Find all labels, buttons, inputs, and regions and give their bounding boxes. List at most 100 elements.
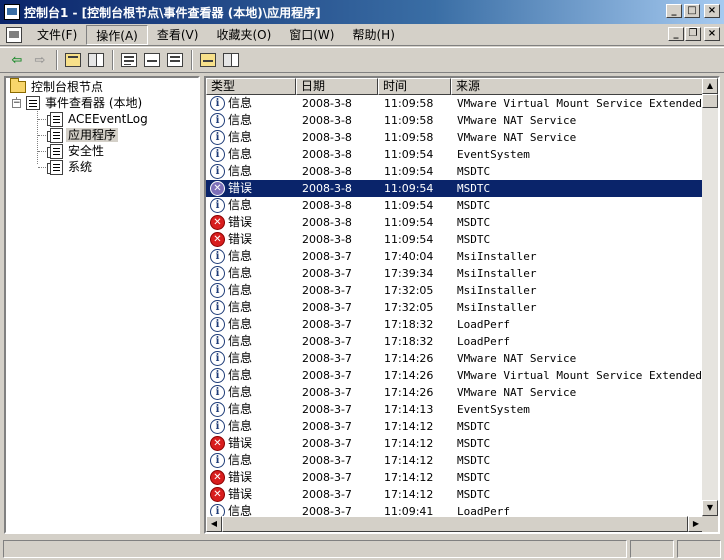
horizontal-scroll-thumb[interactable] — [222, 516, 688, 532]
column-header-type[interactable]: 类型 — [206, 78, 296, 95]
event-row[interactable]: i 信息 2008-3-7 17:14:26 VMware Virtual Mount … — [206, 367, 704, 384]
tree-node-security[interactable]: 安全性 — [47, 143, 106, 159]
console-tree[interactable]: 控制台根节点 − 事件查看器 (本地) ACEEventLog 应用程序 安全性… — [4, 76, 200, 534]
event-row[interactable]: i 信息 2008-3-8 11:09:58 VMware NAT Service — [206, 112, 704, 129]
type-label: 错误 — [228, 232, 253, 246]
cell-source: MSDTC — [457, 216, 491, 229]
forward-arrow-icon: ⇨ — [34, 52, 46, 68]
info-icon: i — [210, 198, 225, 213]
close-button[interactable]: × — [704, 4, 720, 18]
event-row[interactable]: ✕ 错误 2008-3-7 17:14:12 MSDTC — [206, 435, 704, 452]
maximize-button[interactable]: □ — [684, 4, 700, 18]
event-row[interactable]: i 信息 2008-3-7 17:14:13 EventSystem — [206, 401, 704, 418]
cell-source: MSDTC — [457, 182, 491, 195]
tree-node-aceeventlog[interactable]: ACEEventLog — [47, 111, 150, 127]
mmc-app-icon[interactable] — [4, 4, 20, 20]
menu-help[interactable]: 帮助(H) — [343, 25, 403, 45]
child-window-icon[interactable] — [6, 26, 22, 43]
type-label: 信息 — [228, 317, 253, 331]
info-icon: i — [210, 402, 225, 417]
type-label: 信息 — [228, 402, 253, 416]
event-row[interactable]: i 信息 2008-3-7 17:39:34 MsiInstaller — [206, 265, 704, 282]
event-row[interactable]: i 信息 2008-3-7 17:18:32 LoadPerf — [206, 316, 704, 333]
event-row[interactable]: i 信息 2008-3-8 11:09:58 VMware NAT Service — [206, 129, 704, 146]
event-row[interactable]: ✕ 错误 2008-3-7 17:14:12 MSDTC — [206, 486, 704, 503]
cell-type: i 信息 — [206, 282, 296, 299]
event-row[interactable]: i 信息 2008-3-7 17:14:26 VMware NAT Service — [206, 350, 704, 367]
tree-node-system[interactable]: 系统 — [47, 159, 94, 175]
child-restore-button[interactable]: ❐ — [685, 27, 701, 41]
cell-date: 2008-3-7 — [302, 488, 352, 501]
scroll-left-button[interactable]: ◀ — [206, 516, 222, 532]
cell-date: 2008-3-8 — [302, 216, 352, 229]
cell-date: 2008-3-7 — [302, 352, 352, 365]
cell-time: 11:09:54 — [384, 182, 434, 195]
child-minimize-button[interactable]: _ — [668, 27, 684, 41]
cell-time: 11:09:58 — [384, 131, 434, 144]
help-button[interactable] — [197, 49, 219, 71]
event-row[interactable]: i 信息 2008-3-8 11:09:54 EventSystem — [206, 146, 704, 163]
event-row[interactable]: ✕ 错误 2008-3-8 11:09:54 MSDTC — [206, 231, 704, 248]
cell-type: i 信息 — [206, 95, 296, 112]
type-label: 信息 — [228, 164, 253, 178]
column-header-date[interactable]: 日期 — [296, 78, 378, 95]
cell-date: 2008-3-8 — [302, 131, 352, 144]
column-header-source[interactable]: 来源 — [451, 78, 704, 95]
horizontal-scrollbar[interactable]: ◀ ▶ — [206, 516, 704, 532]
forward-button[interactable]: ⇨ — [29, 49, 51, 71]
menu-favorites[interactable]: 收藏夹(O) — [207, 25, 280, 45]
event-row[interactable]: i 信息 2008-3-7 17:40:04 MsiInstaller — [206, 248, 704, 265]
child-close-button[interactable]: × — [704, 27, 720, 41]
cell-time: 17:14:26 — [384, 369, 434, 382]
back-button[interactable]: ⇦ — [6, 49, 28, 71]
scroll-up-button[interactable]: ▲ — [702, 78, 718, 94]
event-row[interactable]: i 信息 2008-3-8 11:09:54 MSDTC — [206, 163, 704, 180]
collapse-toggle[interactable]: − — [12, 98, 21, 108]
menu-window[interactable]: 窗口(W) — [280, 25, 343, 45]
tree-node-event-viewer[interactable]: − 事件查看器 (本地) — [12, 95, 144, 111]
event-row[interactable]: i 信息 2008-3-8 11:09:54 MSDTC — [206, 197, 704, 214]
cell-date: 2008-3-7 — [302, 403, 352, 416]
event-row[interactable]: i 信息 2008-3-7 17:14:12 MSDTC — [206, 452, 704, 469]
cell-type: i 信息 — [206, 112, 296, 129]
menu-view[interactable]: 查看(V) — [148, 25, 208, 45]
minimize-button[interactable]: _ — [666, 4, 682, 18]
type-label: 信息 — [228, 334, 253, 348]
event-row[interactable]: i 信息 2008-3-8 11:09:58 VMware Virtual Mount … — [206, 95, 704, 112]
refresh-button[interactable] — [141, 49, 163, 71]
menu-file[interactable]: 文件(F) — [28, 25, 86, 45]
event-row[interactable]: ✕ 错误 2008-3-8 11:09:54 MSDTC — [206, 180, 704, 197]
show-hide-action-pane-button[interactable] — [220, 49, 242, 71]
tree-node-console-root[interactable]: 控制台根节点 — [10, 78, 105, 95]
event-row[interactable]: ✕ 错误 2008-3-7 17:14:12 MSDTC — [206, 469, 704, 486]
column-header-row: 类型 日期 时间 来源 — [206, 78, 704, 95]
event-row[interactable]: i 信息 2008-3-7 17:14:12 MSDTC — [206, 418, 704, 435]
scroll-down-button[interactable]: ▼ — [702, 500, 718, 516]
cell-time: 17:18:32 — [384, 318, 434, 331]
event-row[interactable]: i 信息 2008-3-7 17:18:32 LoadPerf — [206, 333, 704, 350]
cell-time: 11:09:54 — [384, 233, 434, 246]
tree-node-application[interactable]: 应用程序 — [47, 127, 119, 143]
cell-time: 11:09:54 — [384, 165, 434, 178]
event-row[interactable]: i 信息 2008-3-7 17:32:05 MsiInstaller — [206, 282, 704, 299]
column-header-time[interactable]: 时间 — [378, 78, 451, 95]
show-hide-tree-button[interactable] — [85, 49, 107, 71]
cell-time: 17:14:12 — [384, 454, 434, 467]
menu-action[interactable]: 操作(A) — [86, 24, 148, 45]
status-panel-tertiary — [677, 540, 721, 558]
vertical-scroll-thumb[interactable] — [702, 94, 718, 108]
event-row[interactable]: i 信息 2008-3-7 17:32:05 MsiInstaller — [206, 299, 704, 316]
up-one-level-button[interactable] — [62, 49, 84, 71]
event-row[interactable]: i 信息 2008-3-7 17:14:26 VMware NAT Service — [206, 384, 704, 401]
event-row[interactable]: ✕ 错误 2008-3-8 11:09:54 MSDTC — [206, 214, 704, 231]
toolbar-separator — [112, 50, 114, 70]
vertical-scrollbar[interactable]: ▲ ▼ — [702, 78, 718, 516]
properties-button[interactable] — [118, 49, 140, 71]
event-list[interactable]: 类型 日期 时间 来源 i 信息 2008-3-8 11:09:58 VMware Vi… — [204, 76, 720, 534]
type-label: 错误 — [228, 470, 253, 484]
cell-time: 17:39:34 — [384, 267, 434, 280]
cell-source: VMware NAT Service — [457, 386, 577, 399]
cell-source: VMware NAT Service — [457, 352, 577, 365]
cell-date: 2008-3-8 — [302, 233, 352, 246]
export-list-button[interactable] — [164, 49, 186, 71]
